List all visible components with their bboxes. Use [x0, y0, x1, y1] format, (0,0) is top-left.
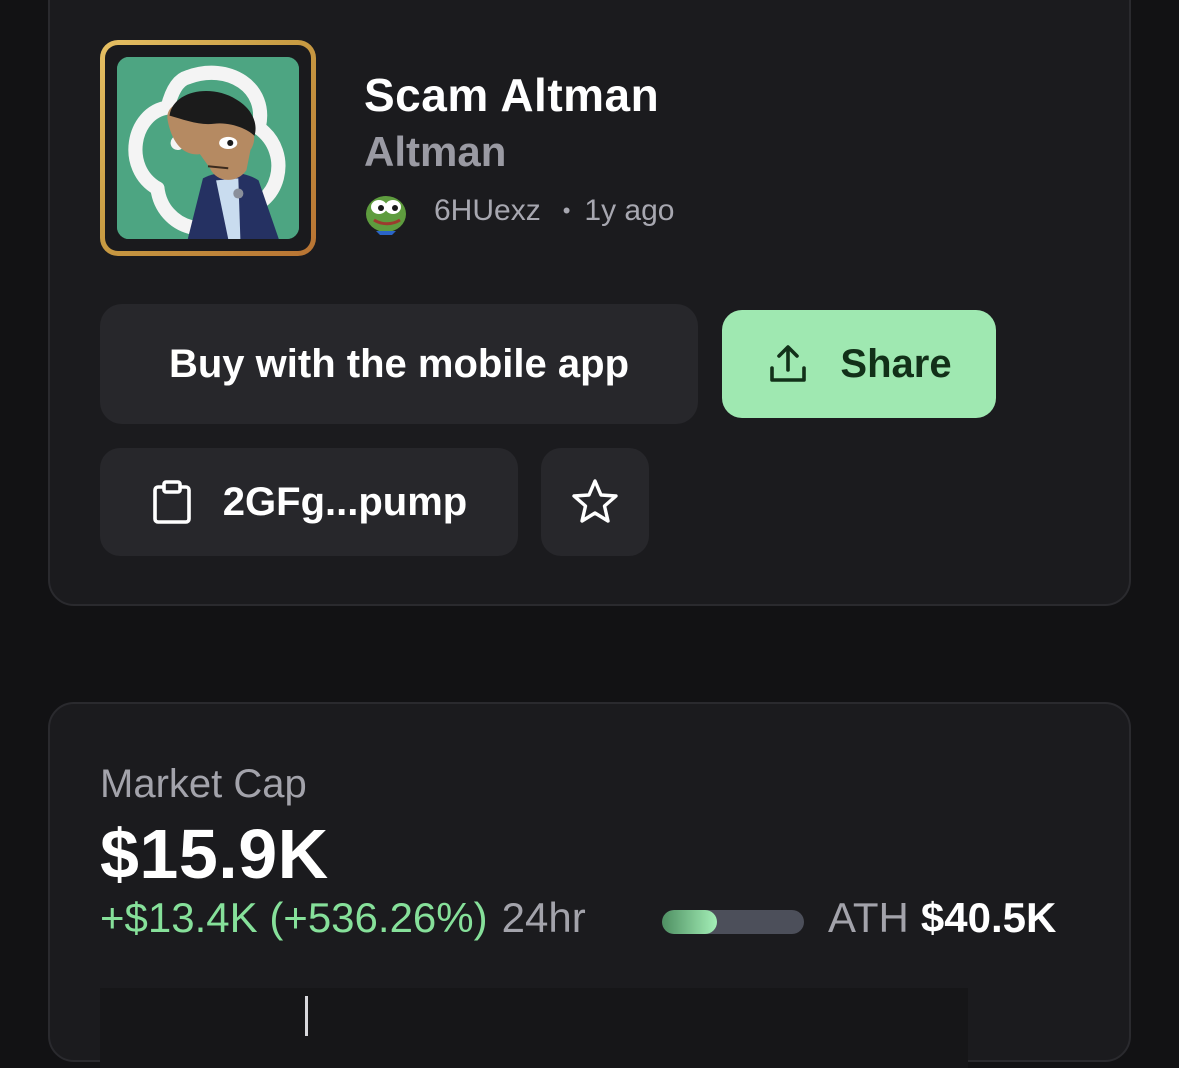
token-avatar-image	[117, 57, 299, 239]
creator-name[interactable]: 6HUexz	[434, 194, 541, 228]
contract-address: 2GFg...pump	[222, 479, 468, 524]
token-card: Scam Altman Altman 6HUexz • 1y ago Buy w…	[48, 0, 1131, 606]
copy-address-button[interactable]: 2GFg...pump	[100, 448, 518, 556]
openai-logo-character-icon	[117, 57, 299, 239]
token-avatar[interactable]	[100, 40, 316, 256]
ath-label: ATH	[828, 894, 909, 941]
share-icon	[766, 342, 810, 386]
buy-button-label: Buy with the mobile app	[168, 341, 630, 386]
token-age: 1y ago	[584, 194, 675, 227]
separator-dot: •	[562, 198, 571, 223]
ath-value: $40.5K	[920, 894, 1057, 941]
ath-progress-fill	[662, 910, 718, 934]
share-button[interactable]: Share	[722, 310, 996, 418]
chart-crosshair	[305, 996, 308, 1036]
market-cap-label: Market Cap	[100, 762, 307, 806]
market-cap-change-row: +$13.4K (+536.26%) 24hr	[100, 894, 586, 942]
favorite-button[interactable]	[541, 448, 649, 556]
price-chart-area[interactable]	[100, 988, 968, 1068]
creator-row: 6HUexz • 1y ago	[362, 186, 674, 236]
market-cap-change: +$13.4K (+536.26%)	[100, 894, 488, 941]
change-period: 24hr	[501, 894, 586, 941]
market-stats-card: Market Cap $15.9K +$13.4K (+536.26%) 24h…	[48, 702, 1131, 1068]
creator-avatar-icon[interactable]	[362, 187, 410, 235]
buy-with-mobile-app-button[interactable]: Buy with the mobile app	[100, 304, 698, 424]
token-name: Scam Altman	[364, 69, 660, 121]
token-ticker: Altman	[364, 128, 507, 175]
market-cap-value: $15.9K	[100, 815, 329, 893]
clipboard-icon	[151, 479, 193, 525]
ath-row: ATH $40.5K	[828, 894, 1056, 942]
ath-progress-bar	[662, 910, 804, 934]
star-icon	[570, 477, 620, 527]
share-button-label: Share	[840, 341, 952, 386]
